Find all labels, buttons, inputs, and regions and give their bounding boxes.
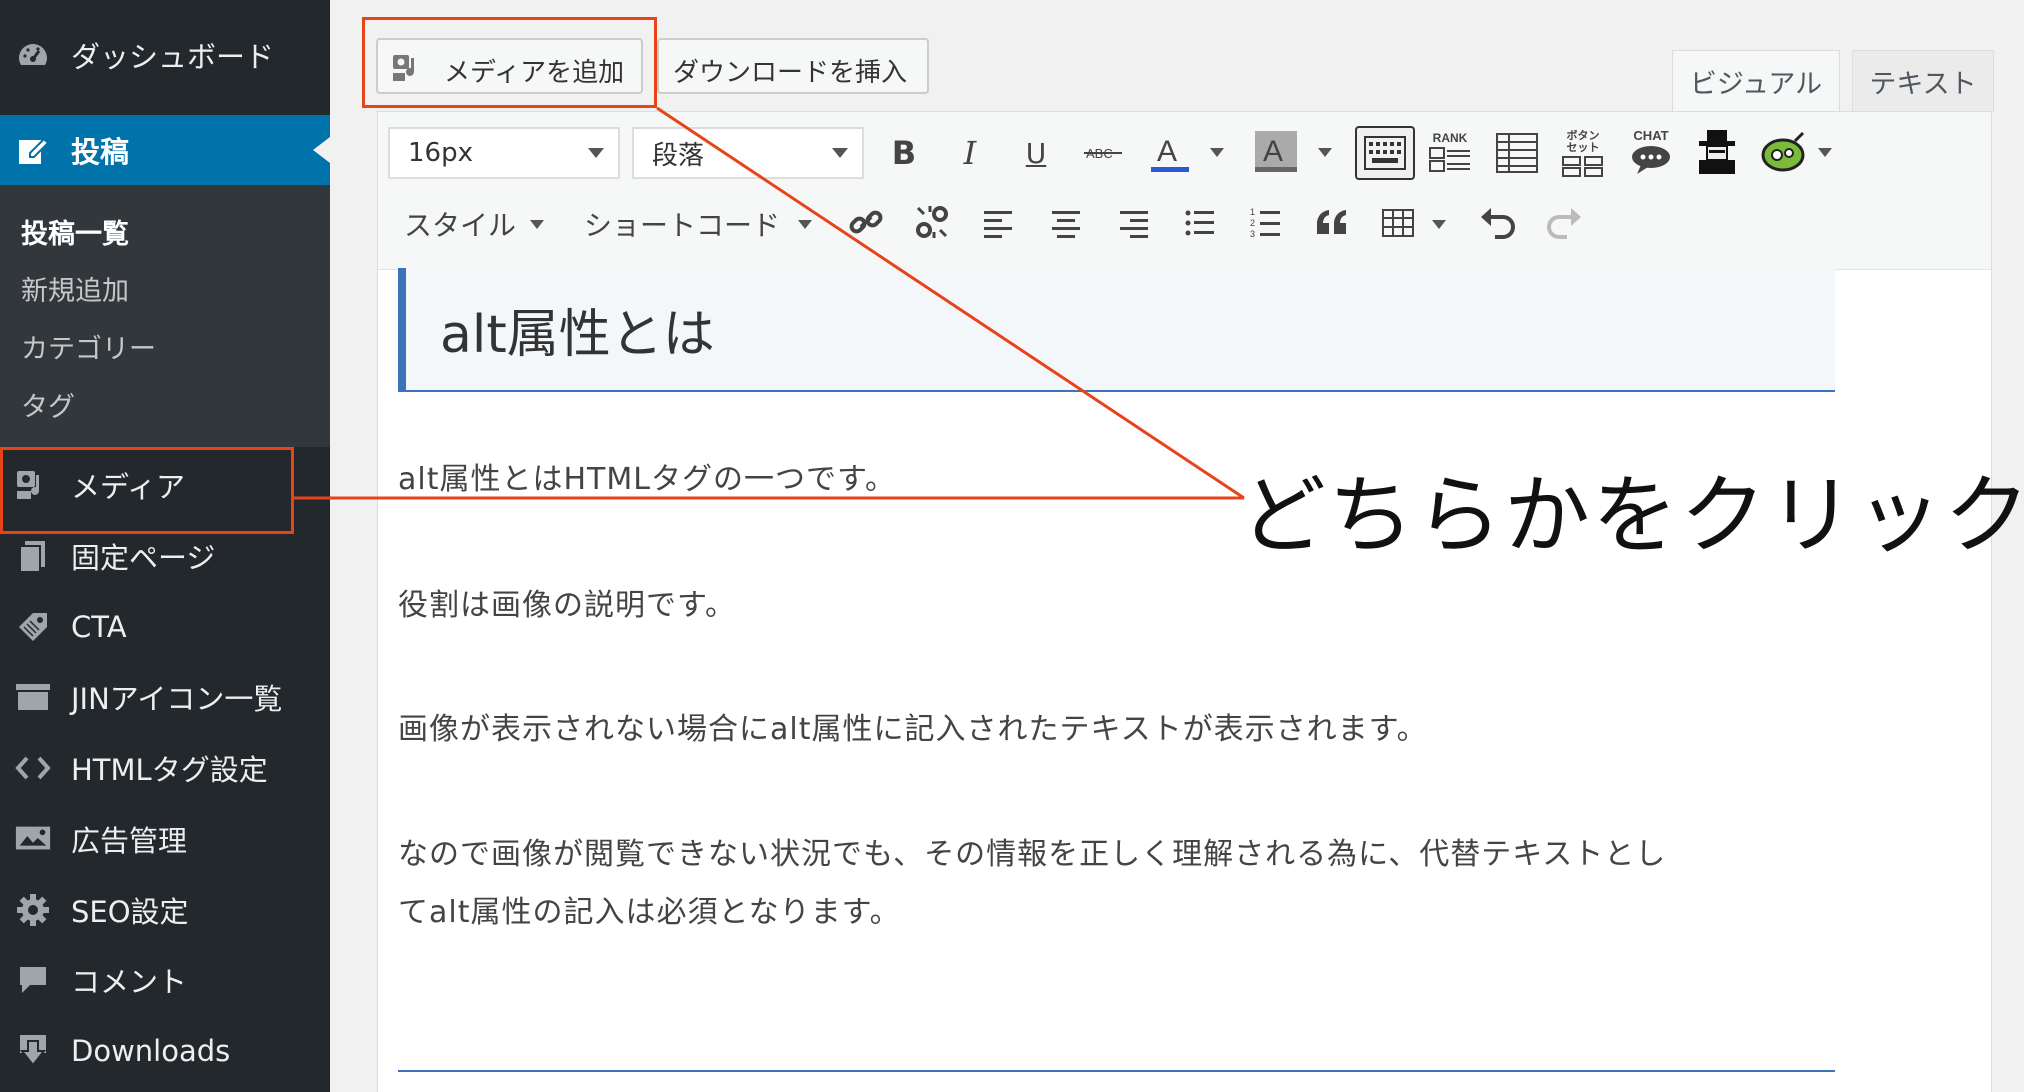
annotation-label: どちらかをクリック xyxy=(1240,466,2024,566)
